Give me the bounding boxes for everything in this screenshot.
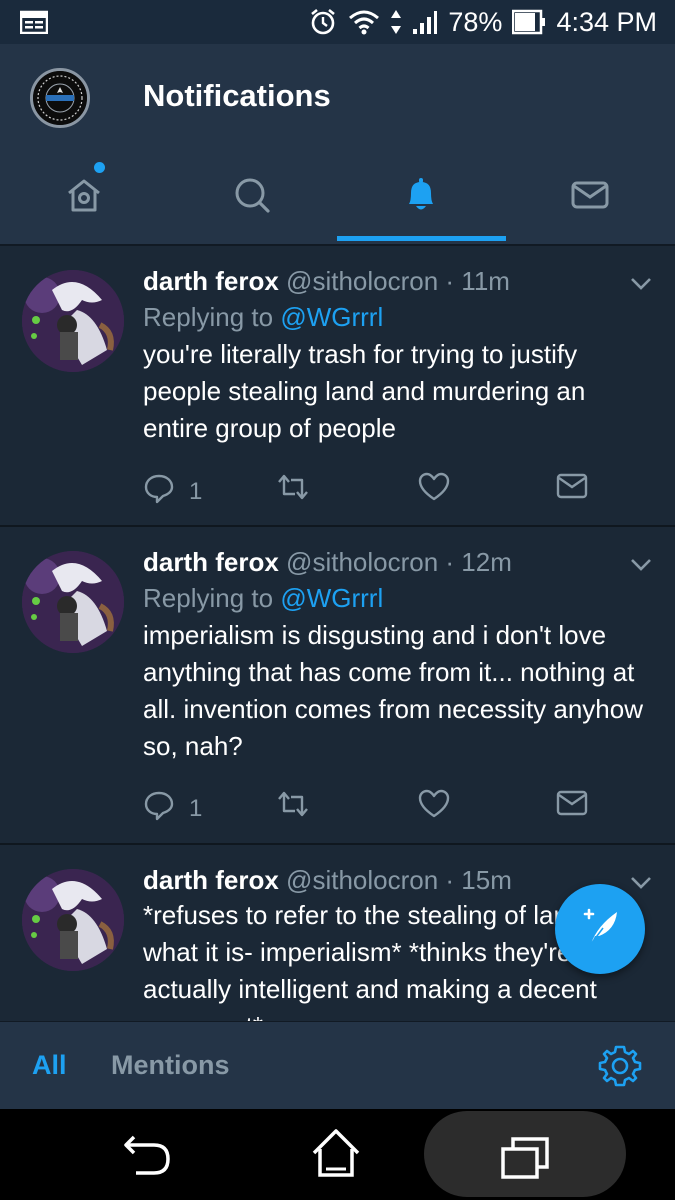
chevron-down-icon[interactable]: [629, 557, 653, 578]
retweet-button[interactable]: [275, 472, 311, 509]
tweet-header: darth ferox @sitholocron · 12m: [143, 545, 645, 579]
tweet-header: darth ferox @sitholocron · 15m: [143, 863, 645, 897]
tweet-card[interactable]: darth ferox @sitholocron · 11m Replying …: [0, 246, 675, 527]
user-avatar[interactable]: [22, 551, 124, 653]
author-handle[interactable]: @sitholocron: [286, 266, 438, 296]
tweet-text: imperialism is disgusting and i don't lo…: [143, 620, 644, 761]
tab-notifications[interactable]: [337, 150, 505, 244]
back-icon[interactable]: [120, 1131, 176, 1184]
active-tab-indicator: [337, 236, 506, 241]
author-name[interactable]: darth ferox: [143, 865, 279, 895]
compose-tweet-button[interactable]: [555, 884, 645, 974]
author-handle[interactable]: @sitholocron: [286, 865, 438, 895]
like-button[interactable]: [418, 472, 450, 509]
notification-filter-bar: All Mentions: [0, 1021, 675, 1109]
mail-icon: [556, 472, 588, 507]
status-bar: 78% 4:34 PM: [0, 0, 675, 44]
battery-icon: [512, 9, 546, 35]
replying-to: Replying to @WGrrrl: [143, 298, 645, 336]
direct-message-button[interactable]: [556, 472, 588, 507]
calendar-icon: [19, 10, 49, 39]
signal-icon: [412, 9, 438, 35]
author-handle[interactable]: @sitholocron: [286, 547, 438, 577]
tweet-body: darth ferox @sitholocron · 12m Replying …: [143, 545, 645, 765]
recent-apps-icon[interactable]: [499, 1135, 551, 1186]
home-icon: [64, 175, 104, 220]
tab-bar: [0, 150, 675, 244]
heart-icon: [418, 789, 450, 826]
tweet-actions: 1: [143, 472, 603, 512]
search-icon: [232, 175, 272, 220]
replying-to-label: Replying to: [143, 302, 274, 332]
reply-button[interactable]: 1: [143, 789, 202, 828]
tweet-header: darth ferox @sitholocron · 11m: [143, 264, 645, 298]
reply-icon: [143, 789, 175, 828]
direct-message-button[interactable]: [556, 789, 588, 824]
home-nav-icon[interactable]: [308, 1125, 364, 1186]
tweet-timestamp: · 12m: [445, 547, 512, 577]
replying-to-link[interactable]: @WGrrrl: [280, 583, 383, 613]
tweet-card[interactable]: darth ferox @sitholocron · 12m Replying …: [0, 527, 675, 845]
clock-time: 4:34 PM: [556, 6, 657, 37]
gear-icon[interactable]: [598, 1044, 642, 1093]
mail-icon: [556, 789, 588, 824]
heart-icon: [418, 472, 450, 509]
replying-to: Replying to @WGrrrl: [143, 579, 645, 617]
reply-button[interactable]: 1: [143, 472, 202, 511]
chevron-down-icon[interactable]: [629, 276, 653, 297]
reply-icon: [143, 472, 175, 511]
tweet-timestamp: · 15m: [445, 865, 512, 895]
author-name[interactable]: darth ferox: [143, 266, 279, 296]
replying-to-label: Replying to: [143, 583, 274, 613]
retweet-icon: [275, 472, 311, 509]
chevron-down-icon[interactable]: [629, 875, 653, 896]
tweet-text: you're literally trash for trying to jus…: [143, 339, 586, 443]
alarm-icon: [308, 7, 338, 37]
system-nav-bar: [0, 1109, 675, 1200]
tab-home[interactable]: [0, 150, 168, 244]
battery-percent: 78%: [448, 6, 503, 37]
bell-icon: [401, 175, 441, 220]
reply-count: 1: [189, 477, 203, 505]
wifi-icon: [348, 8, 380, 36]
retweet-icon: [275, 789, 311, 826]
reply-count: 1: [189, 794, 203, 822]
user-avatar[interactable]: [22, 270, 124, 372]
app-header: Notifications: [0, 44, 675, 244]
like-button[interactable]: [418, 789, 450, 826]
filter-mentions-tab[interactable]: Mentions: [111, 1050, 230, 1081]
tweet-actions: 1: [143, 789, 603, 829]
user-avatar[interactable]: [22, 869, 124, 971]
replying-to-link[interactable]: @WGrrrl: [280, 302, 383, 332]
filter-all-tab[interactable]: All: [32, 1050, 67, 1081]
profile-avatar[interactable]: [30, 68, 90, 128]
tab-search[interactable]: [168, 150, 336, 244]
new-content-dot: [94, 162, 105, 173]
compose-feather-icon: [577, 904, 623, 955]
tweet-timestamp: · 11m: [445, 266, 510, 296]
retweet-button[interactable]: [275, 789, 311, 826]
tweet-body: darth ferox @sitholocron · 11m Replying …: [143, 264, 645, 447]
tab-messages[interactable]: [506, 150, 674, 244]
mail-icon: [570, 175, 610, 220]
author-name[interactable]: darth ferox: [143, 547, 279, 577]
page-title: Notifications: [143, 78, 331, 113]
data-arrows-icon: [390, 8, 402, 36]
